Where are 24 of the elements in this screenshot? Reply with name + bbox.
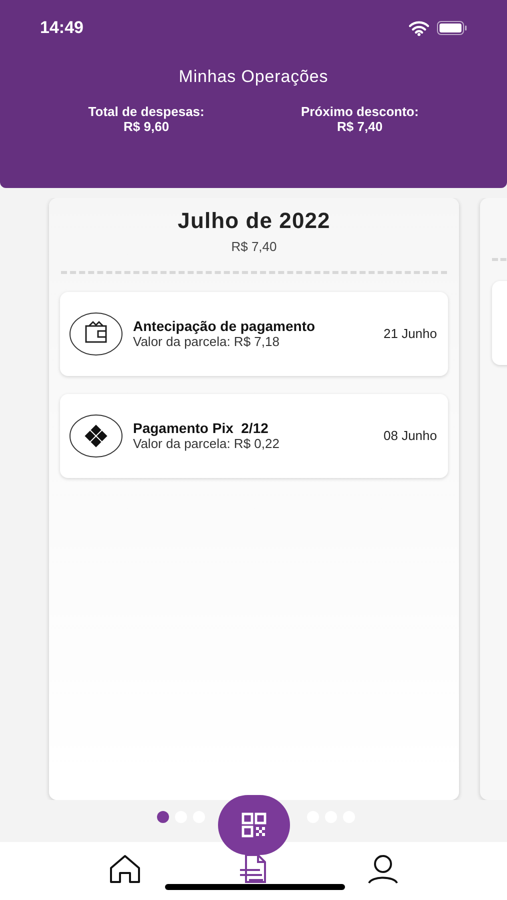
nav-tab[interactable] bbox=[108, 854, 142, 884]
summary-label: Próximo desconto: bbox=[300, 104, 419, 118]
month-title: Julho de 2022 bbox=[178, 207, 330, 235]
operation-title: Antecipação de pagamento bbox=[133, 318, 316, 334]
summary-value: R$ 7,40 bbox=[337, 118, 383, 134]
operation-title: Pagamento Pix 2/12 bbox=[133, 420, 270, 436]
qr-code-icon bbox=[241, 812, 267, 838]
profile-icon bbox=[366, 854, 400, 884]
operation-date: 08 Junho bbox=[384, 426, 437, 445]
summary-label: Total de despesas: bbox=[88, 104, 204, 118]
nav-tab[interactable] bbox=[366, 854, 400, 884]
battery-icon bbox=[437, 21, 467, 35]
operation-detail: Valor da parcela: R$ 7,18 bbox=[133, 334, 280, 350]
summary-value: R$ 9,60 bbox=[124, 118, 170, 134]
wallet-icon bbox=[69, 312, 123, 356]
operation-date: 21 Junho bbox=[384, 324, 437, 343]
operation-detail: Valor da parcela: R$ 0,22 bbox=[133, 436, 280, 452]
operation-card[interactable]: Antecipação de pagamento Valor da parcela: R$ 7,18 21 Junho bbox=[60, 292, 448, 376]
wifi-icon bbox=[409, 20, 429, 36]
home-icon bbox=[108, 854, 142, 884]
page-title: Minhas Operações bbox=[178, 66, 328, 88]
month-total: R$ 7,40 bbox=[231, 238, 277, 256]
operation-card[interactable]: Pagamento Pix 2/12 Valor da parcela: R$ 0,22 08 Junho bbox=[60, 394, 448, 478]
status-time: 14:49 bbox=[40, 17, 84, 40]
